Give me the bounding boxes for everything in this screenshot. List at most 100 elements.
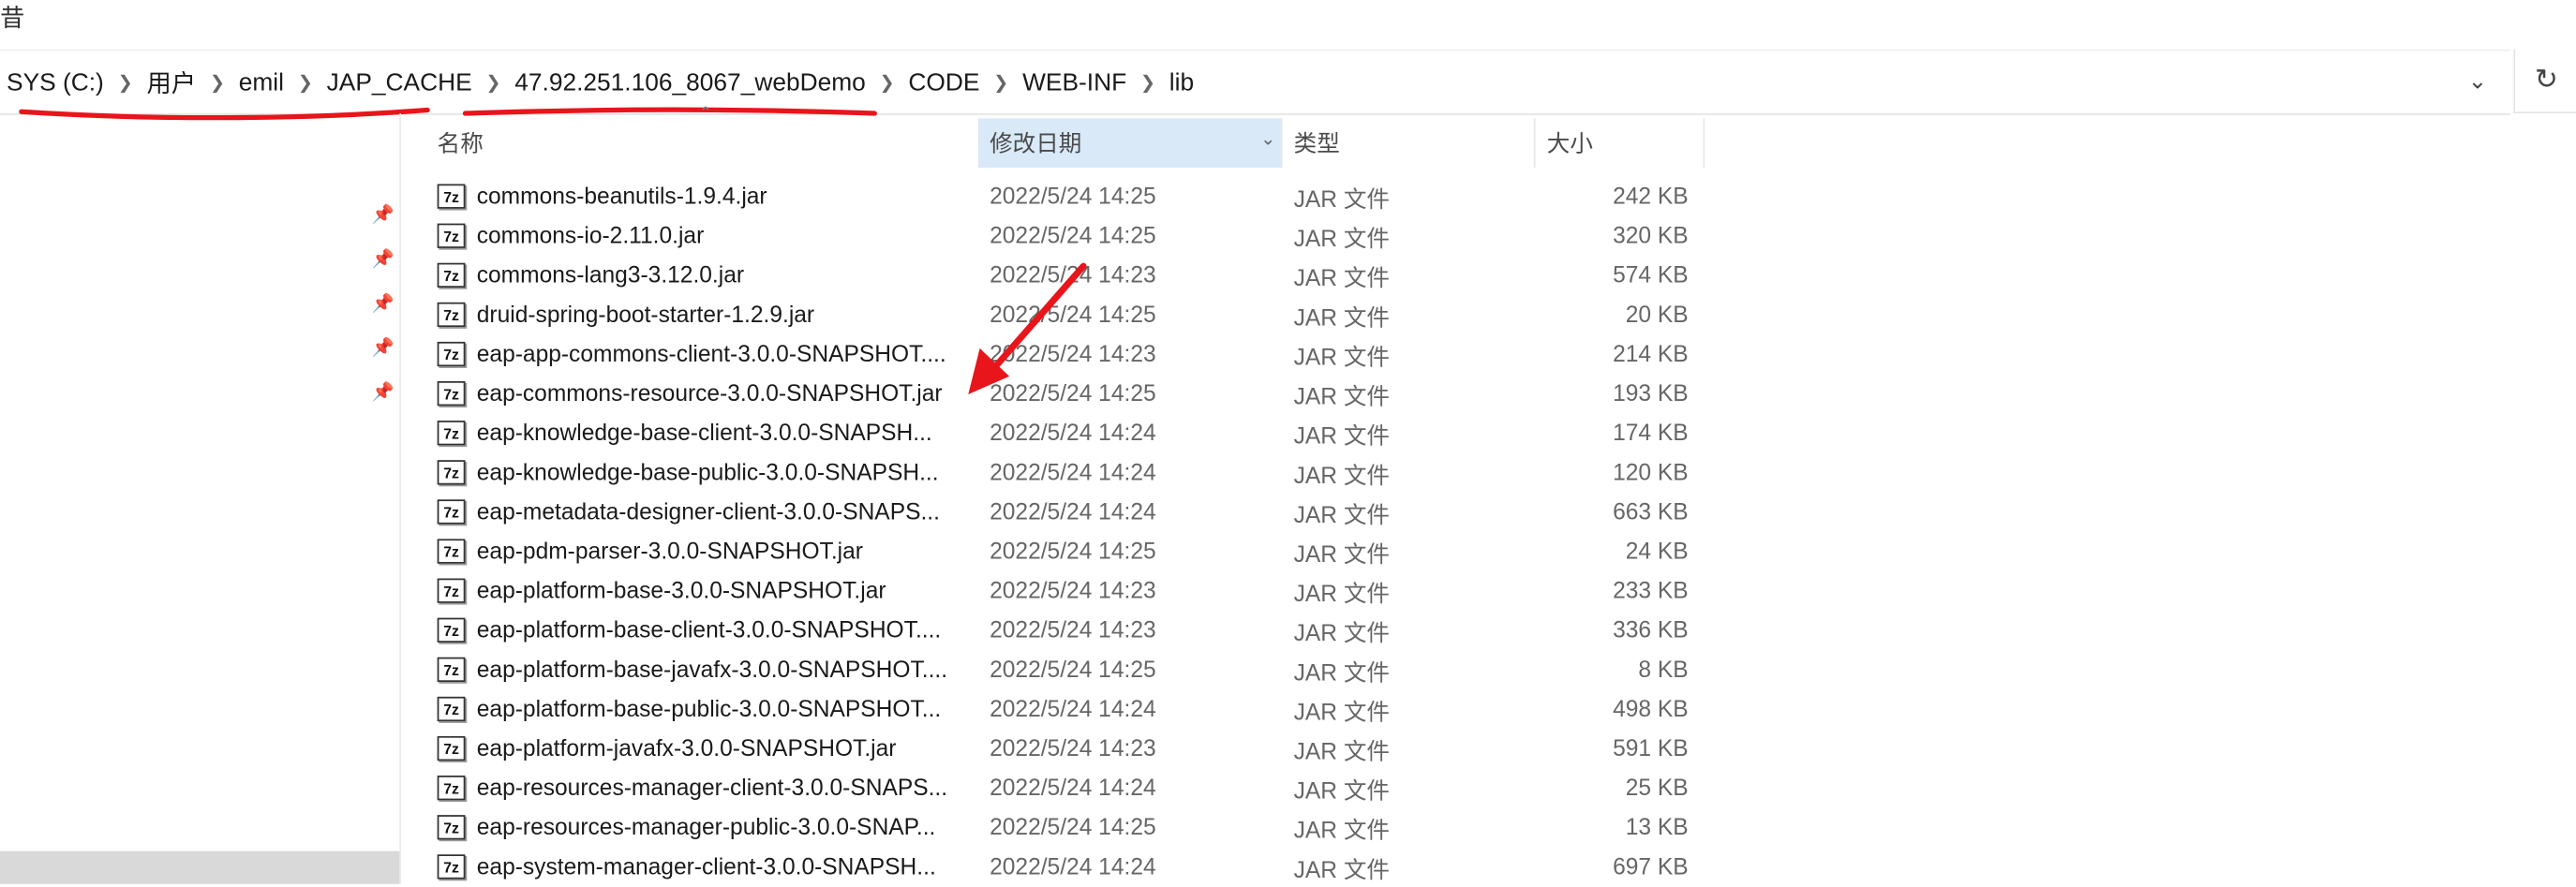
file-name: eap-platform-javafx-3.0.0-SNAPSHOT.jar [476, 734, 897, 761]
pin-icon[interactable]: 📌 [371, 381, 395, 405]
file-row[interactable]: 7z commons-beanutils-1.9.4.jar 2022/5/24… [437, 177, 1704, 216]
7z-archive-icon: 7z [437, 735, 466, 761]
file-name: eap-platform-base-3.0.0-SNAPSHOT.jar [476, 576, 886, 603]
chevron-right-icon[interactable]: ❯ [200, 71, 236, 93]
breadcrumb-item-users[interactable]: 用户 [143, 65, 200, 99]
file-name: commons-beanutils-1.9.4.jar [476, 182, 767, 209]
file-row[interactable]: 7z druid-spring-boot-starter-1.2.9.jar 2… [437, 296, 1704, 335]
file-name: eap-metadata-designer-client-3.0.0-SNAPS… [476, 497, 940, 525]
file-row[interactable]: 7z eap-platform-base-3.0.0-SNAPSHOT.jar … [437, 571, 1704, 611]
chevron-right-icon[interactable]: ❯ [475, 71, 512, 93]
7z-archive-icon: 7z [437, 499, 466, 525]
file-row[interactable]: 7z commons-io-2.11.0.jar 2022/5/24 14:25… [437, 217, 1704, 257]
column-header-size[interactable]: 大小 [1536, 118, 1704, 168]
file-type: JAR 文件 [1293, 855, 1390, 883]
file-size: 193 KB [1613, 379, 1689, 407]
file-name: eap-knowledge-base-public-3.0.0-SNAPSH..… [476, 458, 939, 485]
file-size: 8 KB [1638, 655, 1689, 683]
7z-archive-icon: 7z [437, 380, 466, 407]
chevron-right-icon[interactable]: ❯ [1130, 71, 1167, 93]
file-name: commons-io-2.11.0.jar [476, 221, 705, 248]
file-size: 25 KB [1625, 774, 1689, 801]
column-header-name[interactable]: 名称 [424, 118, 976, 168]
file-date: 2022/5/24 14:24 [990, 419, 1156, 446]
breadcrumb-item-code[interactable]: CODE [905, 68, 983, 96]
7z-archive-icon: 7z [437, 815, 466, 840]
file-name: eap-pdm-parser-3.0.0-SNAPSHOT.jar [476, 537, 863, 564]
breadcrumb-item-host[interactable]: 47.92.251.106_8067_webDemo [512, 68, 870, 96]
file-size: 233 KB [1613, 576, 1689, 603]
file-type: JAR 文件 [1293, 382, 1390, 409]
file-size: 697 KB [1613, 852, 1689, 880]
file-row[interactable]: 7z eap-system-manager-client-3.0.0-SNAPS… [437, 848, 1704, 887]
file-row[interactable]: 7z eap-commons-resource-3.0.0-SNAPSHOT.j… [437, 375, 1704, 414]
pin-icon[interactable]: 📌 [371, 248, 395, 272]
file-type: JAR 文件 [1293, 225, 1390, 252]
7z-archive-icon: 7z [437, 696, 466, 722]
file-size: 174 KB [1613, 419, 1689, 446]
refresh-button[interactable]: ↻ [2513, 49, 2576, 114]
file-size: 214 KB [1613, 340, 1689, 367]
file-type: JAR 文件 [1293, 776, 1390, 804]
file-row[interactable]: 7z eap-app-commons-client-3.0.0-SNAPSHOT… [437, 335, 1704, 375]
file-name: eap-platform-base-public-3.0.0-SNAPSHOT.… [476, 695, 942, 722]
file-row[interactable]: 7z eap-platform-base-client-3.0.0-SNAPSH… [437, 612, 1704, 651]
file-explorer-window: 昔 SYS (C:) ❯ 用户 ❯ emil ❯ JAP_CACHE ❯ 47.… [0, 0, 2576, 884]
file-row[interactable]: 7z eap-resources-manager-client-3.0.0-SN… [437, 769, 1704, 808]
column-divider[interactable] [1703, 118, 1705, 168]
7z-archive-icon: 7z [437, 341, 466, 367]
chevron-right-icon[interactable]: ❯ [983, 71, 1020, 93]
file-type: JAR 文件 [1293, 619, 1390, 646]
file-size: 591 KB [1613, 734, 1689, 761]
file-date: 2022/5/24 14:23 [990, 615, 1156, 643]
pin-icon[interactable]: 📌 [371, 337, 395, 361]
file-row[interactable]: 7z eap-resources-manager-public-3.0.0-SN… [437, 808, 1704, 848]
file-size: 320 KB [1613, 221, 1689, 248]
file-row[interactable]: 7z eap-platform-base-javafx-3.0.0-SNAPSH… [437, 651, 1704, 690]
breadcrumb-item-user[interactable]: emil [235, 68, 287, 96]
navigation-pane[interactable]: 📌 📌 📌 📌 📌 [0, 113, 402, 884]
file-date: 2022/5/24 14:25 [990, 813, 1156, 840]
7z-archive-icon: 7z [437, 617, 466, 643]
file-row[interactable]: 7z eap-platform-base-public-3.0.0-SNAPSH… [437, 690, 1704, 730]
7z-archive-icon: 7z [437, 776, 466, 801]
file-name: druid-spring-boot-starter-1.2.9.jar [476, 301, 815, 328]
file-date: 2022/5/24 14:25 [990, 379, 1156, 407]
file-row[interactable]: 7z eap-pdm-parser-3.0.0-SNAPSHOT.jar 202… [437, 532, 1704, 571]
file-name: commons-lang3-3.12.0.jar [476, 260, 745, 288]
file-name: eap-platform-base-javafx-3.0.0-SNAPSHOT.… [476, 655, 948, 683]
column-header-label: 修改日期 [990, 129, 1082, 156]
file-name: eap-knowledge-base-client-3.0.0-SNAPSH..… [476, 419, 932, 446]
breadcrumb-item-lib[interactable]: lib [1166, 68, 1197, 96]
file-date: 2022/5/24 14:25 [990, 655, 1156, 683]
breadcrumb-item-cache[interactable]: JAP_CACHE [323, 68, 475, 96]
file-size: 13 KB [1625, 813, 1689, 840]
nav-selected-item[interactable] [0, 850, 400, 884]
breadcrumb-item-drive[interactable]: SYS (C:) [4, 68, 108, 96]
file-type: JAR 文件 [1293, 501, 1390, 528]
chevron-down-icon[interactable]: ⌄ [2468, 67, 2488, 96]
file-date: 2022/5/24 14:23 [990, 734, 1156, 761]
column-header-type[interactable]: 类型 [1282, 118, 1533, 168]
file-name: eap-platform-base-client-3.0.0-SNAPSHOT.… [476, 615, 942, 643]
file-row[interactable]: 7z eap-platform-javafx-3.0.0-SNAPSHOT.ja… [437, 730, 1704, 769]
file-row[interactable]: 7z eap-metadata-designer-client-3.0.0-SN… [437, 493, 1704, 532]
chevron-right-icon[interactable]: ❯ [288, 71, 324, 93]
breadcrumb-item-webinf[interactable]: WEB-INF [1020, 68, 1130, 96]
7z-archive-icon: 7z [437, 539, 466, 564]
file-row[interactable]: 7z eap-knowledge-base-public-3.0.0-SNAPS… [437, 453, 1704, 493]
chevron-right-icon[interactable]: ❯ [107, 71, 143, 93]
file-type: JAR 文件 [1293, 185, 1390, 213]
file-name: eap-resources-manager-public-3.0.0-SNAP.… [476, 813, 936, 840]
file-row[interactable]: 7z eap-knowledge-base-client-3.0.0-SNAPS… [437, 414, 1704, 453]
file-type: JAR 文件 [1293, 461, 1390, 489]
chevron-right-icon[interactable]: ❯ [869, 71, 905, 93]
file-date: 2022/5/24 14:25 [990, 537, 1156, 564]
file-row[interactable]: 7z commons-lang3-3.12.0.jar 2022/5/24 14… [437, 257, 1704, 296]
pin-icon[interactable]: 📌 [371, 204, 395, 228]
pin-icon[interactable]: 📌 [371, 292, 395, 316]
column-header-date[interactable]: 修改日期 ⌄ [977, 118, 1283, 168]
file-date: 2022/5/24 14:24 [990, 458, 1156, 485]
chevron-down-icon[interactable]: ⌄ [1260, 128, 1275, 150]
file-type: JAR 文件 [1293, 303, 1390, 331]
